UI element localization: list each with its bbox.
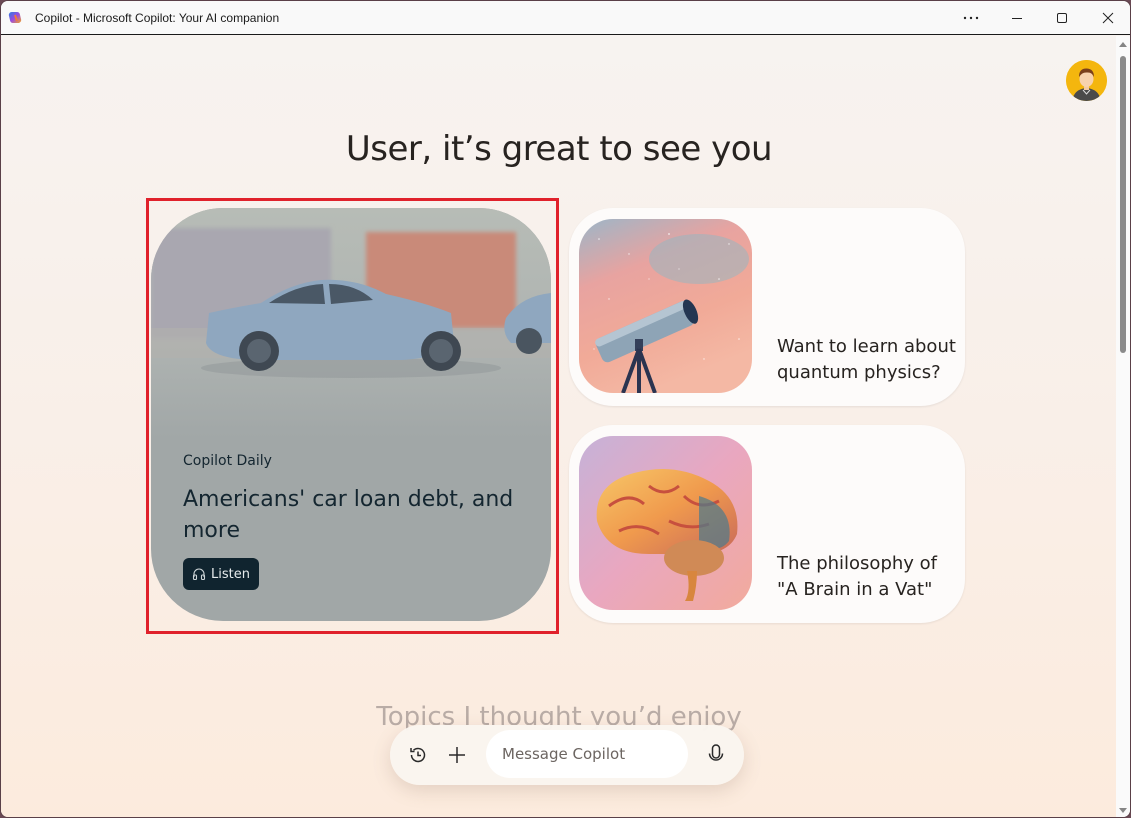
close-icon <box>1102 12 1114 24</box>
new-chat-button[interactable] <box>443 741 471 769</box>
topic-card-brain-in-a-vat[interactable]: The philosophy of "A Brain in a Vat" <box>569 425 965 623</box>
more-options-button[interactable] <box>948 1 994 35</box>
copilot-logo-icon <box>8 11 22 24</box>
topic-card-quantum-physics[interactable]: Want to learn about quantum physics? <box>569 208 965 406</box>
telescope-image <box>579 219 752 393</box>
minimize-icon <box>1012 18 1022 19</box>
main-content: User, it’s great to see you Copilot Dail… <box>1 36 1117 817</box>
user-avatar-icon <box>1066 60 1107 101</box>
topic-text: The philosophy of "A Brain in a Vat" <box>777 553 937 600</box>
listen-label: Listen <box>211 566 250 582</box>
microphone-icon <box>708 744 724 761</box>
greeting-heading: User, it’s great to see you <box>345 129 773 169</box>
history-button[interactable] <box>404 741 432 769</box>
message-composer <box>390 725 744 785</box>
car-news-image <box>151 208 551 438</box>
close-button[interactable] <box>1085 1 1130 35</box>
topic-text: Want to learn about quantum physics? <box>777 336 956 383</box>
listen-button[interactable]: Listen <box>183 558 259 590</box>
vertical-scrollbar[interactable] <box>1116 36 1130 817</box>
plus-icon <box>449 747 465 763</box>
history-icon <box>410 747 426 763</box>
daily-label: Copilot Daily <box>183 453 272 469</box>
microphone-button[interactable] <box>702 741 730 769</box>
window-title: Copilot - Microsoft Copilot: Your AI com… <box>35 11 280 25</box>
copilot-daily-card[interactable]: Copilot Daily Americans' car loan debt, … <box>151 208 551 621</box>
brain-image <box>579 436 752 610</box>
more-icon <box>963 16 979 20</box>
user-avatar-button[interactable] <box>1066 60 1107 101</box>
app-window: Copilot - Microsoft Copilot: Your AI com… <box>0 0 1131 818</box>
scrollbar-thumb[interactable] <box>1120 56 1126 353</box>
maximize-button[interactable] <box>1039 1 1085 35</box>
title-bar: Copilot - Microsoft Copilot: Your AI com… <box>1 1 1130 35</box>
daily-title: Americans' car loan debt, and more <box>183 487 514 543</box>
maximize-icon <box>1057 13 1067 23</box>
scroll-up-arrow-icon[interactable] <box>1119 42 1127 47</box>
message-input[interactable] <box>486 730 688 778</box>
scroll-down-arrow-icon[interactable] <box>1119 808 1127 813</box>
minimize-button[interactable] <box>994 1 1040 35</box>
headphones-icon <box>192 568 206 581</box>
